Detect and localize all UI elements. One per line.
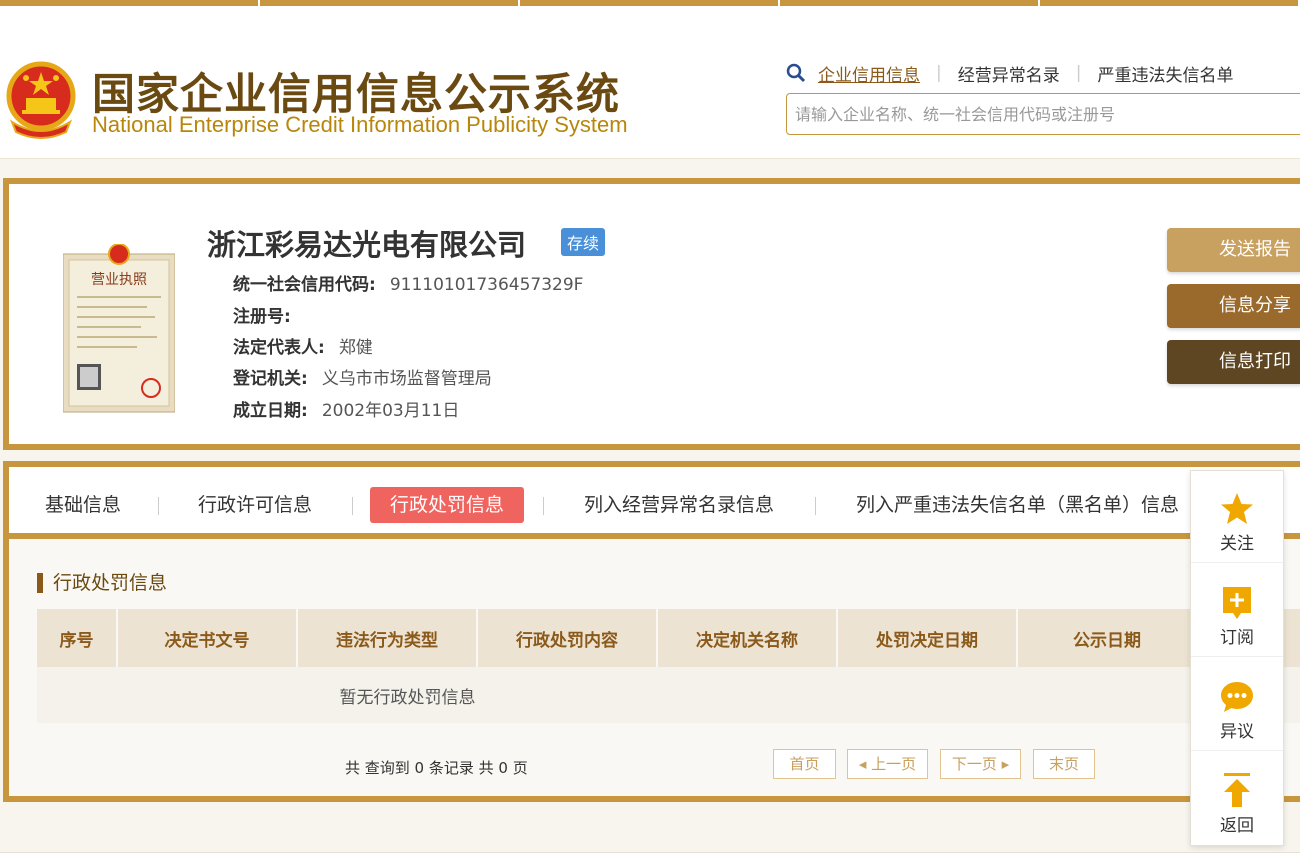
section-title: 行政处罚信息 — [37, 573, 167, 593]
floating-sidebar: 关注 订阅 异议 返回 — [1190, 470, 1284, 846]
search-input[interactable] — [786, 93, 1300, 135]
tab-bar: 基础信息 行政许可信息 行政处罚信息 列入经营异常名录信息 列入严重违法失信名单… — [9, 467, 1300, 539]
chat-bubble-icon — [1221, 682, 1253, 712]
prev-page-button[interactable]: ◂ 上一页 — [847, 749, 928, 779]
last-page-button[interactable]: 末页 — [1033, 749, 1095, 779]
info-legal-rep: 法定代表人: 郑健 — [233, 338, 373, 358]
tab-divider — [352, 497, 353, 515]
col-decision-date: 处罚决定日期 — [837, 609, 1018, 667]
print-info-button[interactable]: 信息打印 — [1167, 340, 1300, 384]
business-license-icon: 营业执照 — [63, 244, 175, 413]
col-violation-type: 违法行为类型 — [297, 609, 478, 667]
col-penalty-content: 行政处罚内容 — [477, 609, 658, 667]
search-tab-credit[interactable]: 企业信用信息 — [818, 61, 920, 86]
col-publish-date: 公示日期 — [1017, 609, 1198, 667]
tab-divider — [543, 497, 544, 515]
arrow-up-icon — [1224, 773, 1250, 807]
search-area: 企业信用信息 | 经营异常名录 | 严重违法失信名单 — [786, 60, 1300, 135]
col-index: 序号 — [37, 609, 118, 667]
company-name: 浙江彩易达光电有限公司 — [207, 228, 527, 262]
first-page-button[interactable]: 首页 — [773, 749, 836, 779]
tab-admin-penalty[interactable]: 行政处罚信息 — [370, 487, 525, 523]
back-to-top-button[interactable]: 返回 — [1191, 753, 1283, 845]
subscribe-icon — [1223, 587, 1251, 619]
search-tabs: 企业信用信息 | 经营异常名录 | 严重违法失信名单 — [786, 60, 1300, 86]
next-page-button[interactable]: 下一页 ▸ — [940, 749, 1021, 779]
status-badge: 存续 — [561, 228, 606, 256]
follow-button[interactable]: 关注 — [1191, 471, 1283, 563]
table-header-row: 序号 决定书文号 违法行为类型 行政处罚内容 决定机关名称 处罚决定日期 公示日… — [37, 609, 1300, 667]
search-tab-abnormal[interactable]: 经营异常名录 — [958, 61, 1060, 86]
info-registration-authority: 登记机关: 义乌市市场监督管理局 — [233, 369, 492, 389]
objection-button[interactable]: 异议 — [1191, 659, 1283, 751]
col-authority-name: 决定机关名称 — [657, 609, 838, 667]
chevron-right-icon: ▸ — [996, 755, 1010, 773]
pagination-summary: 共 查询到 0 条记录 共 0 页 — [345, 759, 528, 777]
send-report-button[interactable]: 发送报告 — [1167, 228, 1300, 272]
tab-divider: | — [936, 63, 942, 83]
tab-basic-info[interactable]: 基础信息 — [45, 487, 121, 523]
info-reg-number: 注册号: — [233, 307, 291, 327]
share-info-button[interactable]: 信息分享 — [1167, 284, 1300, 328]
content-panel: 基础信息 行政许可信息 行政处罚信息 列入经营异常名录信息 列入严重违法失信名单… — [3, 461, 1300, 802]
col-decision-number: 决定书文号 — [117, 609, 298, 667]
penalty-table: 序号 决定书文号 违法行为类型 行政处罚内容 决定机关名称 处罚决定日期 公示日… — [37, 609, 1300, 723]
chevron-left-icon: ◂ — [858, 755, 872, 773]
info-credit-code: 统一社会信用代码: 91110101736457329F — [233, 275, 584, 295]
subscribe-button[interactable]: 订阅 — [1191, 565, 1283, 657]
tab-divider — [158, 497, 159, 515]
national-emblem-icon — [6, 61, 76, 139]
empty-message: 暂无行政处罚信息 — [37, 667, 1300, 723]
license-title: 营业执照 — [91, 272, 147, 288]
star-icon — [1221, 493, 1253, 524]
company-card: 营业执照 浙江彩易达光电有限公司 存续 统一社会信用代码: 91110101736… — [3, 178, 1300, 450]
table-row: 暂无行政处罚信息 — [37, 667, 1300, 723]
tab-abnormal-list[interactable]: 列入经营异常名录信息 — [584, 487, 774, 523]
tab-blacklist[interactable]: 列入严重违法失信名单（黑名单）信息 — [856, 487, 1179, 523]
tab-admin-license[interactable]: 行政许可信息 — [198, 487, 312, 523]
site-header: 国家企业信用信息公示系统 National Enterprise Credit … — [0, 6, 1300, 159]
search-tab-blacklist[interactable]: 严重违法失信名单 — [1097, 61, 1233, 86]
search-icon — [786, 63, 806, 83]
tab-divider — [815, 497, 816, 515]
tab-divider: | — [1075, 63, 1082, 83]
site-title-en: National Enterprise Credit Information P… — [92, 112, 628, 137]
info-founded-date: 成立日期: 2002年03月11日 — [233, 401, 460, 421]
